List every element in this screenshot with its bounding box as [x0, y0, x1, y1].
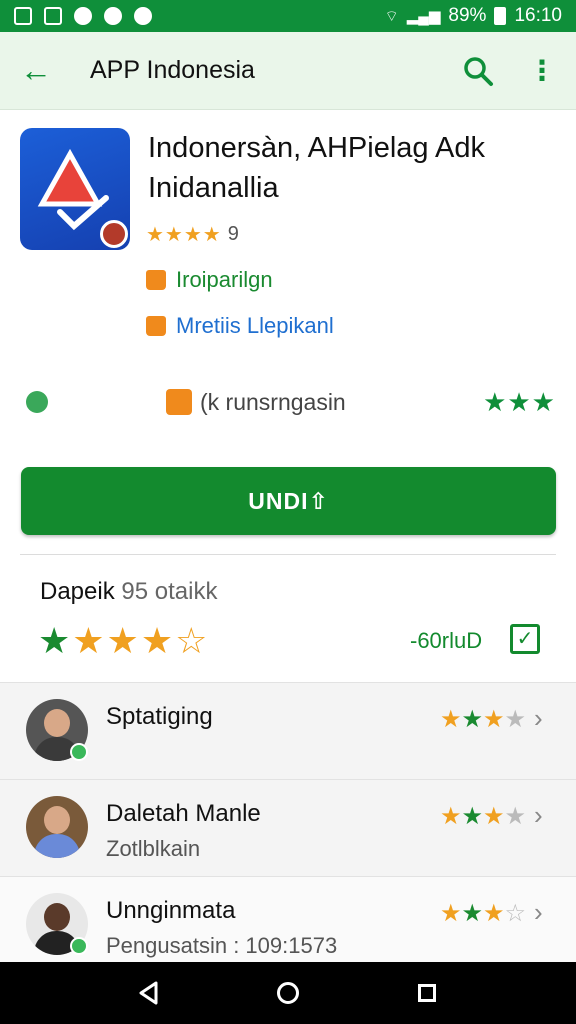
- list-item[interactable]: Daletah Manle Zotlblkain ★★★★ ›: [0, 779, 576, 876]
- battery-icon: [494, 7, 507, 25]
- category-link[interactable]: Mretiis Llepikanl: [146, 313, 334, 339]
- star-outline-icon: ☆: [175, 620, 210, 661]
- category-name: Mretiis Llepikanl: [176, 313, 334, 338]
- review-stars: ★★★★: [440, 706, 527, 733]
- ratings-summary-title: Dapeik 95 otaikk: [40, 578, 217, 606]
- notification-icon: [74, 7, 92, 25]
- more-vert-icon[interactable]: ⋮: [528, 54, 556, 87]
- app-name-line1: Indonersàn, AHPielag Adk: [148, 132, 485, 164]
- search-icon[interactable]: [462, 55, 494, 87]
- notification-icon: [44, 7, 62, 25]
- chevron-right-icon[interactable]: ›: [534, 800, 543, 831]
- ratings-summary-stars: ★★★★☆: [38, 620, 209, 662]
- reviewer-name: Unnginmata: [106, 897, 236, 924]
- wifi-icon: ⌔: [384, 7, 399, 25]
- thumb-up-icon: [146, 270, 166, 290]
- info-rating-stars[interactable]: ★★★: [483, 387, 556, 418]
- signal-icon: ▂▄▆: [406, 8, 441, 25]
- nav-recents-icon[interactable]: [412, 978, 442, 1008]
- ratings-total: -60rluD: [410, 628, 483, 653]
- rating-stars: ★★★★: [146, 224, 222, 246]
- verified-badge-icon: [70, 743, 88, 761]
- app-logo-icon: [20, 128, 130, 250]
- nav-home-icon[interactable]: [273, 978, 303, 1008]
- thumb-up-icon: [146, 316, 166, 336]
- review-stars: ★★★★: [440, 803, 527, 830]
- chevron-right-icon[interactable]: ›: [534, 897, 543, 928]
- developer-link[interactable]: Iroiparilgn: [146, 267, 273, 293]
- ratings-count-text: 95 otaikk: [121, 578, 218, 605]
- chevron-right-icon[interactable]: ›: [534, 703, 543, 734]
- ratings-label: Dapeik: [40, 578, 115, 605]
- notification-icon: [134, 7, 152, 25]
- reviewer-subtitle: Pengusatsin : 109:1573: [106, 933, 338, 958]
- thumb-up-icon: [166, 389, 192, 415]
- app-name: Indonersàn, AHPielag Adk Inidanallia: [148, 128, 548, 208]
- review-stars: ★★★☆: [440, 900, 527, 927]
- status-bar: ⌔ ▂▄▆ 89% 16:10: [0, 0, 576, 32]
- rating-value: 9: [227, 223, 239, 245]
- nav-back-icon[interactable]: [134, 978, 164, 1008]
- divider: [20, 554, 556, 555]
- notification-icon: [14, 7, 32, 25]
- list-item[interactable]: Sptatiging ★★★★ ›: [0, 682, 576, 779]
- clock: 16:10: [514, 5, 562, 26]
- app-rating: ★★★★ 9: [146, 222, 239, 247]
- developer-name: Iroiparilgn: [176, 267, 273, 292]
- reviewer-name: Daletah Manle: [106, 800, 261, 827]
- app-bar-title: APP Indonesia: [90, 56, 255, 84]
- reviewer-subtitle: Zotlblkain: [106, 836, 201, 861]
- checkbox-icon[interactable]: ✓: [510, 624, 540, 654]
- list-item[interactable]: Unnginmata Pengusatsin : 109:1573 ★★★☆ ›: [0, 876, 576, 968]
- app-detail-screen: ⌔ ▂▄▆ 89% 16:10 ← APP Indonesia ⋮ Indone…: [0, 0, 576, 1024]
- star-icon: ★: [38, 620, 73, 661]
- install-button[interactable]: UNDI⇧: [21, 467, 556, 535]
- app-bar: ← APP Indonesia ⋮: [0, 32, 576, 110]
- battery-percent: 89%: [448, 5, 487, 26]
- arrow-back-icon[interactable]: ←: [20, 52, 60, 89]
- reviews-list: Sptatiging ★★★★ › Daletah Manle Zotlblka…: [0, 682, 576, 968]
- reviewer-name: Sptatiging: [106, 703, 213, 730]
- star-icon: ★★★: [72, 620, 176, 661]
- system-nav-bar: [0, 962, 576, 1024]
- info-row: (k runsrngasin ★★★: [20, 380, 556, 424]
- avatar: [26, 796, 88, 858]
- notification-icons: [14, 7, 152, 25]
- info-text: (k runsrngasin: [200, 388, 346, 415]
- notification-icon: [104, 7, 122, 25]
- status-dot-icon: [26, 391, 48, 413]
- verified-badge-icon: [70, 937, 88, 955]
- app-name-line2: Inidanallia: [148, 172, 279, 204]
- app-badge-icon: [100, 220, 128, 248]
